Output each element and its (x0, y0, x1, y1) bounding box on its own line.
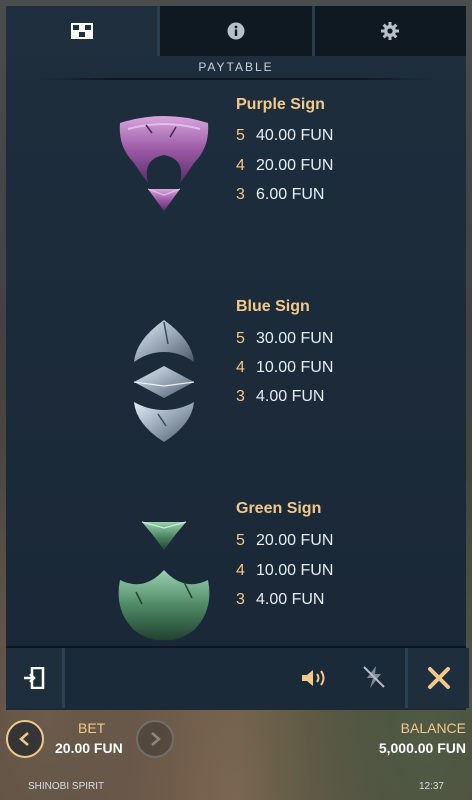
tab-info[interactable] (157, 6, 312, 56)
pay-amount: 20.00 FUN (256, 157, 334, 174)
pay-count: 3 (236, 591, 245, 608)
pay-amount: 10.00 FUN (256, 359, 334, 376)
chevron-right-icon (151, 732, 161, 746)
exit-button[interactable] (6, 648, 65, 708)
pay-amount: 4.00 FUN (256, 388, 325, 405)
bet-increase-button[interactable] (136, 720, 174, 758)
clock: 12:37 (418, 781, 444, 792)
pay-count: 4 (236, 562, 245, 579)
blue-sign-icon (133, 320, 195, 442)
pay-row: 3 6.00 FUN (236, 186, 324, 204)
pay-row: 4 10.00 FUN (236, 359, 333, 377)
speaker-icon (302, 670, 325, 686)
pay-row: 5 30.00 FUN (236, 330, 333, 348)
bet-decrease-button[interactable] (6, 720, 44, 758)
pay-amount: 10.00 FUN (256, 562, 334, 579)
pay-row: 5 40.00 FUN (236, 127, 333, 145)
title-divider (40, 78, 432, 80)
bet-value: 20.00 FUN (55, 740, 123, 756)
turbo-button[interactable] (358, 662, 390, 692)
symbol-name-purple: Purple Sign (236, 96, 325, 113)
pay-count: 3 (236, 388, 245, 405)
balance-value: 5,000.00 FUN (378, 740, 466, 756)
balance-label: BALANCE (400, 720, 466, 736)
pay-count: 3 (236, 186, 245, 203)
chevron-left-icon (19, 732, 29, 746)
lightning-off-icon (363, 666, 385, 688)
exit-door-icon (24, 667, 45, 689)
tab-settings[interactable] (311, 6, 466, 56)
sound-button[interactable] (298, 664, 330, 692)
pay-amount: 30.00 FUN (256, 330, 334, 347)
bottom-hud: BET 20.00 FUN BALANCE 5,000.00 FUN SHINO… (0, 708, 472, 800)
pay-row: 4 20.00 FUN (236, 157, 333, 175)
close-button[interactable] (405, 648, 469, 708)
tab-bar (6, 6, 466, 56)
pay-amount: 6.00 FUN (256, 186, 325, 203)
pay-row: 3 4.00 FUN (236, 388, 324, 406)
close-icon (427, 667, 450, 689)
checker-icon (70, 23, 93, 39)
pay-count: 4 (236, 157, 245, 174)
symbol-name-blue: Blue Sign (236, 298, 310, 315)
purple-sign-icon (119, 116, 209, 211)
control-bar (6, 646, 466, 710)
game-name: SHINOBI SPIRIT (28, 781, 105, 792)
section-title: PAYTABLE (198, 60, 274, 74)
symbol-name-green: Green Sign (236, 500, 322, 517)
pay-amount: 20.00 FUN (256, 532, 334, 549)
pay-amount: 4.00 FUN (256, 591, 325, 608)
pay-amount: 40.00 FUN (256, 127, 334, 144)
green-sign-icon (118, 521, 210, 641)
pay-count: 5 (236, 330, 245, 347)
pay-row: 3 4.00 FUN (236, 591, 324, 609)
pay-count: 4 (236, 359, 245, 376)
pay-row: 4 10.00 FUN (236, 562, 333, 580)
gear-icon (381, 22, 400, 40)
pay-count: 5 (236, 532, 245, 549)
info-icon (227, 22, 245, 40)
pay-count: 5 (236, 127, 245, 144)
tab-paytable[interactable] (6, 6, 158, 56)
bet-label: BET (78, 720, 106, 736)
pay-row: 5 20.00 FUN (236, 532, 333, 550)
